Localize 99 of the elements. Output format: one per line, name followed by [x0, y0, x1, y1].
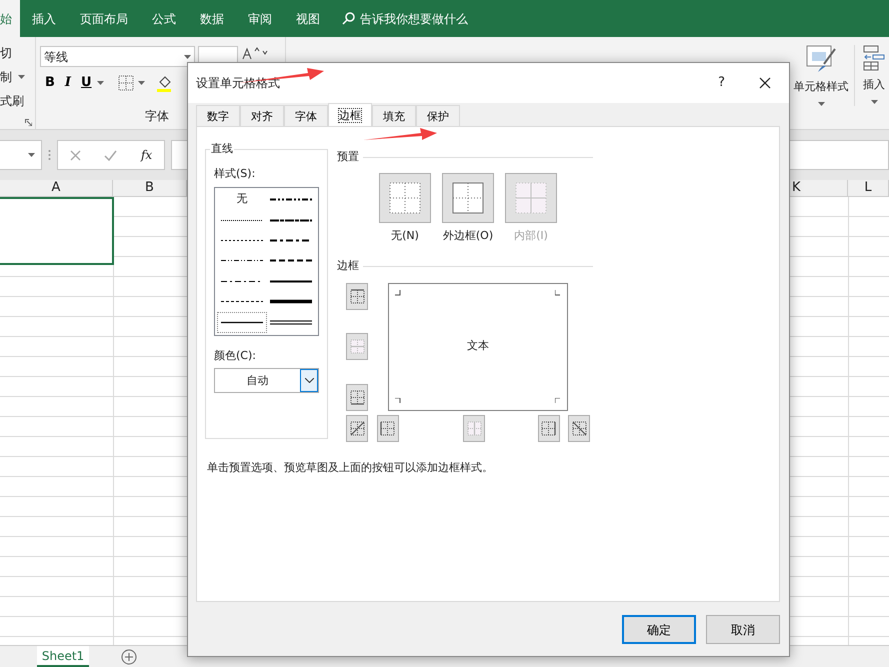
border-line-icon — [350, 390, 364, 404]
line-style-option[interactable] — [217, 312, 266, 332]
grip-icon — [48, 149, 51, 161]
hint-text: 单击预置选项、预览草图及上面的按钮可以添加边框样式。 — [206, 460, 493, 476]
preset-border-icon — [452, 182, 484, 214]
line-style-list[interactable]: 无 — [214, 186, 319, 336]
preset-label: 内部(I) — [514, 228, 548, 244]
line-sample — [220, 320, 263, 325]
line-sample — [220, 278, 263, 284]
border-line-icon — [350, 420, 364, 436]
caret-icon[interactable] — [18, 75, 25, 79]
add-sheet-icon[interactable] — [121, 649, 137, 665]
font-name-field[interactable]: 等线 — [40, 46, 195, 67]
caret-icon[interactable] — [818, 102, 824, 106]
preset-button[interactable] — [442, 172, 494, 222]
clipboard-command[interactable]: 切 — [0, 44, 12, 62]
insert-cells-icon[interactable] — [863, 45, 885, 71]
corner-mark-icon — [395, 398, 401, 404]
dialog-tab[interactable]: 保护 — [416, 105, 460, 126]
border-toggle-button[interactable] — [346, 282, 368, 310]
line-sample — [270, 218, 312, 223]
format-button[interactable]: B — [40, 73, 60, 92]
section-title: 预置 — [337, 149, 359, 165]
corner-mark-icon — [555, 398, 561, 404]
caret-icon[interactable] — [184, 54, 191, 58]
search-field[interactable]: 告诉我你想要做什么 — [360, 10, 468, 28]
dialog-button[interactable]: 取消 — [706, 615, 780, 644]
section-title: 边框 — [337, 258, 359, 274]
caret-icon[interactable] — [138, 80, 145, 85]
insert-button[interactable]: 插入 — [863, 77, 885, 94]
preset-border-icon — [515, 182, 547, 214]
selected-cell[interactable] — [0, 197, 114, 265]
ribbon-tab[interactable]: 始 — [0, 0, 20, 37]
border-toggle-button[interactable] — [346, 384, 368, 410]
group-label: 字体 — [145, 108, 169, 125]
cell-styles-button[interactable]: 单元格样式 — [794, 79, 848, 96]
caret-icon[interactable] — [870, 100, 878, 104]
dialog-tab[interactable]: 边框 — [328, 103, 372, 127]
border-line-icon — [380, 420, 395, 436]
format-button[interactable]: I — [60, 73, 76, 92]
ribbon-tab[interactable]: 视图 — [284, 0, 332, 37]
line-sample — [220, 218, 263, 223]
border-toggle-button[interactable] — [346, 414, 368, 442]
help-button[interactable]: ? — [718, 73, 725, 93]
preset-label: 外边框(O) — [442, 228, 494, 244]
line-sample — [270, 278, 312, 284]
border-toggle-button[interactable] — [568, 414, 590, 442]
chevron-icon[interactable] — [304, 378, 314, 383]
line-sample — [220, 299, 263, 304]
close-icon[interactable] — [759, 77, 771, 89]
corner-mark-icon — [395, 290, 401, 296]
column-header[interactable]: L — [848, 180, 889, 196]
preview-text: 文本 — [467, 338, 489, 354]
ribbon-tab[interactable]: 页面布局 — [68, 0, 140, 37]
clipboard-command[interactable]: 制 — [0, 68, 12, 86]
preset-button[interactable] — [379, 172, 431, 222]
search-icon[interactable] — [342, 12, 355, 25]
caret-icon[interactable] — [96, 80, 104, 85]
border-preview[interactable]: 文本 — [388, 282, 568, 410]
dialog-tab[interactable]: 字体 — [284, 105, 328, 126]
line-sample — [220, 238, 263, 244]
double-line-sample — [270, 320, 312, 325]
color-dropdown[interactable]: 自动 — [214, 368, 319, 393]
dialog-tab[interactable]: 数字 — [196, 105, 240, 126]
caret-icon[interactable] — [28, 153, 35, 157]
border-toggle-button[interactable] — [376, 414, 398, 442]
border-icon[interactable] — [118, 74, 134, 91]
dialog-launcher-icon[interactable] — [25, 119, 32, 126]
insert-function-button[interactable]: fx — [140, 146, 152, 164]
dialog-tab[interactable]: 对齐 — [240, 105, 284, 126]
preset-label: 无(N) — [391, 228, 419, 244]
ribbon-tab[interactable]: 插入 — [20, 0, 68, 37]
sheet-tab[interactable]: Sheet1 — [37, 646, 89, 667]
dialog-button[interactable]: 确定 — [622, 615, 696, 644]
clipboard-command[interactable]: 式刷 — [0, 92, 24, 110]
preset-border-icon — [389, 182, 421, 214]
fill-color-icon[interactable] — [156, 74, 171, 92]
border-line-icon — [572, 420, 586, 436]
format-button[interactable]: U — [76, 73, 97, 92]
dialog-tab[interactable]: 填充 — [372, 105, 416, 126]
font-name: 等线 — [44, 48, 68, 66]
border-line-icon — [350, 288, 364, 304]
field-label: 样式(S): — [214, 166, 256, 182]
border-line-icon — [541, 420, 556, 436]
corner-mark-icon — [555, 290, 561, 296]
ribbon-tab[interactable]: 数据 — [188, 0, 236, 37]
cell-styles-icon[interactable] — [806, 45, 836, 73]
column-header[interactable]: A — [0, 180, 113, 196]
line-sample — [220, 258, 263, 264]
field-label: 颜色(C): — [214, 348, 257, 364]
line-sample — [270, 299, 312, 304]
ribbon-tab[interactable]: 审阅 — [236, 0, 284, 37]
line-sample — [270, 197, 312, 202]
ribbon-tab[interactable]: 公式 — [140, 0, 188, 37]
line-style-option[interactable]: 无 — [217, 190, 266, 210]
border-line-icon — [466, 420, 482, 436]
line-sample — [270, 258, 312, 264]
border-line-icon — [350, 339, 364, 354]
border-toggle-button[interactable] — [538, 414, 560, 442]
